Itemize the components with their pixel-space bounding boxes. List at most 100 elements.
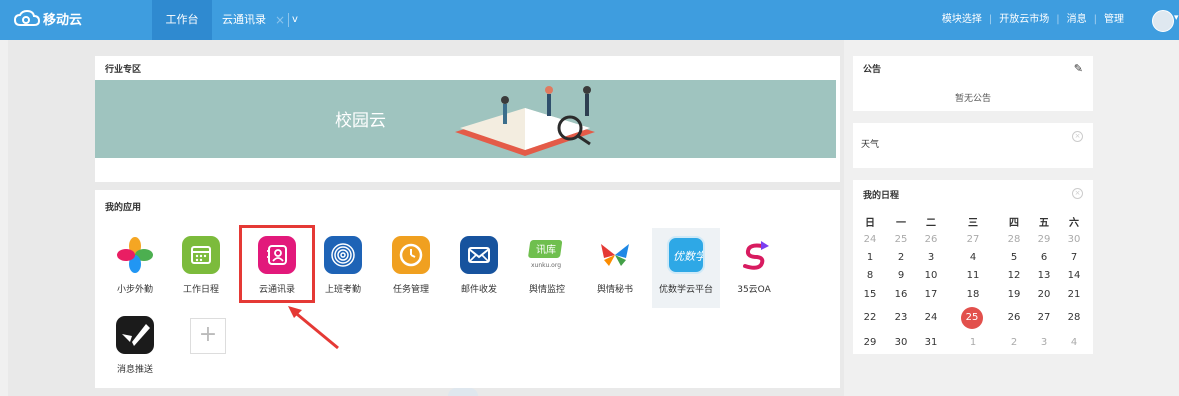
app-tile[interactable]: 35云OA: [724, 236, 784, 295]
top-nav: 模块选择 | 开放云市场 | 消息 | 管理: [942, 0, 1124, 40]
app-tile[interactable]: 优数学 优数学云平台: [656, 236, 716, 295]
nav-module-select[interactable]: 模块选择: [942, 0, 982, 40]
app-label: 上班考勤: [324, 285, 361, 295]
calendar-day[interactable]: 9: [888, 270, 914, 281]
campus-cloud-banner[interactable]: 校园云: [95, 80, 836, 158]
calendar-day[interactable]: 21: [1061, 289, 1087, 300]
push-icon: [116, 316, 154, 354]
calendar-day[interactable]: 25: [888, 234, 914, 245]
calendar-day[interactable]: 29: [857, 337, 883, 348]
app-tile[interactable]: 小步外勤: [105, 236, 165, 295]
scroll-down-handle[interactable]: [448, 388, 478, 396]
nav-separator: |: [1056, 14, 1060, 25]
xunku-sub: xunku.org: [531, 262, 561, 269]
calendar-day[interactable]: 10: [918, 270, 944, 281]
app-tile[interactable]: 任务管理: [381, 236, 441, 295]
weekday-header: 三: [968, 218, 978, 229]
logo-text: 移动云: [43, 13, 83, 28]
calendar-day[interactable]: 3: [1031, 337, 1057, 348]
calendar-day[interactable]: 26: [918, 234, 944, 245]
calendar-icon: [182, 236, 220, 274]
banner-title: 校园云: [335, 111, 386, 131]
calendar-day[interactable]: 12: [1001, 270, 1027, 281]
calendar-day[interactable]: 16: [888, 289, 914, 300]
calendar-day[interactable]: 27: [1031, 312, 1057, 323]
panel-title: 我的日程: [863, 191, 900, 201]
calendar-day[interactable]: 18: [960, 289, 986, 300]
app-label: 舆情秘书: [596, 285, 633, 295]
calendar-day[interactable]: 20: [1031, 289, 1057, 300]
calendar-day[interactable]: 22: [857, 312, 883, 323]
calendar-day[interactable]: 27: [960, 234, 986, 245]
app-logo[interactable]: 移动云: [14, 9, 82, 28]
calendar-day[interactable]: 15: [857, 289, 883, 300]
tab-divider: [288, 13, 289, 27]
tab-workbench[interactable]: 工作台: [152, 0, 212, 40]
close-icon[interactable]: ×: [1072, 131, 1083, 142]
app-label: 工作日程: [182, 285, 219, 295]
app-label: 优数学云平台: [658, 285, 713, 295]
nav-open-market[interactable]: 开放云市场: [999, 0, 1049, 40]
app-tile[interactable]: 消息推送: [105, 316, 165, 375]
nav-messages[interactable]: 消息: [1067, 0, 1087, 40]
app-label: 消息推送: [116, 365, 153, 375]
calendar-day[interactable]: 1: [857, 252, 883, 263]
chevron-down-icon[interactable]: ▾: [1174, 13, 1179, 23]
weekday-header: 二: [926, 218, 936, 229]
calendar-day[interactable]: 6: [1031, 252, 1057, 263]
annotation-arrow-icon: [288, 306, 339, 350]
calendar-day[interactable]: 17: [918, 289, 944, 300]
youshuxue-badge: 优数学: [673, 250, 703, 263]
cloud-logo-icon: [14, 9, 40, 26]
weekday-header: 六: [1069, 218, 1079, 229]
app-tile[interactable]: 邮件收发: [449, 236, 509, 295]
xunku-badge: 讯库: [536, 243, 556, 256]
calendar-day[interactable]: 4: [1061, 337, 1087, 348]
calendar-day[interactable]: 29: [1031, 234, 1057, 245]
calendar-day[interactable]: 8: [857, 270, 883, 281]
tab-dropdown-icon[interactable]: v: [292, 0, 298, 40]
highlight-box: [239, 225, 315, 303]
s-arrow-icon: [735, 236, 773, 274]
tab-contacts[interactable]: 云通讯录: [222, 0, 266, 40]
industry-panel: 行业专区 校园云: [95, 56, 840, 182]
calendar-day[interactable]: 28: [1001, 234, 1027, 245]
calendar-day[interactable]: 2: [1001, 337, 1027, 348]
fingerprint-icon: [324, 236, 362, 274]
youshuxue-icon: 优数学: [667, 236, 708, 274]
calendar-day[interactable]: 3: [918, 252, 944, 263]
calendar-day[interactable]: 1: [960, 337, 986, 348]
close-icon[interactable]: ×: [1072, 188, 1083, 199]
add-app-button[interactable]: +: [190, 318, 226, 354]
calendar-day[interactable]: 4: [960, 252, 986, 263]
app-tile[interactable]: 上班考勤: [313, 236, 373, 295]
nav-admin[interactable]: 管理: [1104, 0, 1124, 40]
tab-close-icon[interactable]: ×: [275, 0, 285, 40]
calendar-day[interactable]: 30: [1061, 234, 1087, 245]
calendar-day[interactable]: 13: [1031, 270, 1057, 281]
tab-label: 云通讯录: [222, 13, 266, 26]
calendar-day[interactable]: 7: [1061, 252, 1087, 263]
edit-icon[interactable]: ✎: [1074, 62, 1083, 75]
calendar-day[interactable]: 2: [888, 252, 914, 263]
calendar-day[interactable]: 31: [918, 337, 944, 348]
weekday-header: 日: [865, 218, 875, 229]
calendar-day[interactable]: 5: [1001, 252, 1027, 263]
avatar[interactable]: [1152, 10, 1174, 32]
calendar-day[interactable]: 24: [857, 234, 883, 245]
calendar-day[interactable]: 19: [1001, 289, 1027, 300]
calendar-day[interactable]: 14: [1061, 270, 1087, 281]
nav-separator: |: [1093, 14, 1097, 25]
calendar-day[interactable]: 24: [918, 312, 944, 323]
notice-empty-text: 暂无公告: [954, 94, 991, 104]
app-tile[interactable]: 工作日程: [171, 236, 231, 295]
panel-title: 行业专区: [105, 65, 142, 75]
calendar-day[interactable]: 23: [888, 312, 914, 323]
calendar-day[interactable]: 26: [1001, 312, 1027, 323]
calendar-today[interactable]: 25: [961, 307, 983, 329]
calendar-day[interactable]: 28: [1061, 312, 1087, 323]
app-tile[interactable]: 舆情秘书: [585, 236, 645, 295]
calendar-day[interactable]: 30: [888, 337, 914, 348]
app-tile[interactable]: 讯库 xunku.org 舆情监控: [517, 236, 577, 295]
calendar-day[interactable]: 11: [960, 270, 986, 281]
